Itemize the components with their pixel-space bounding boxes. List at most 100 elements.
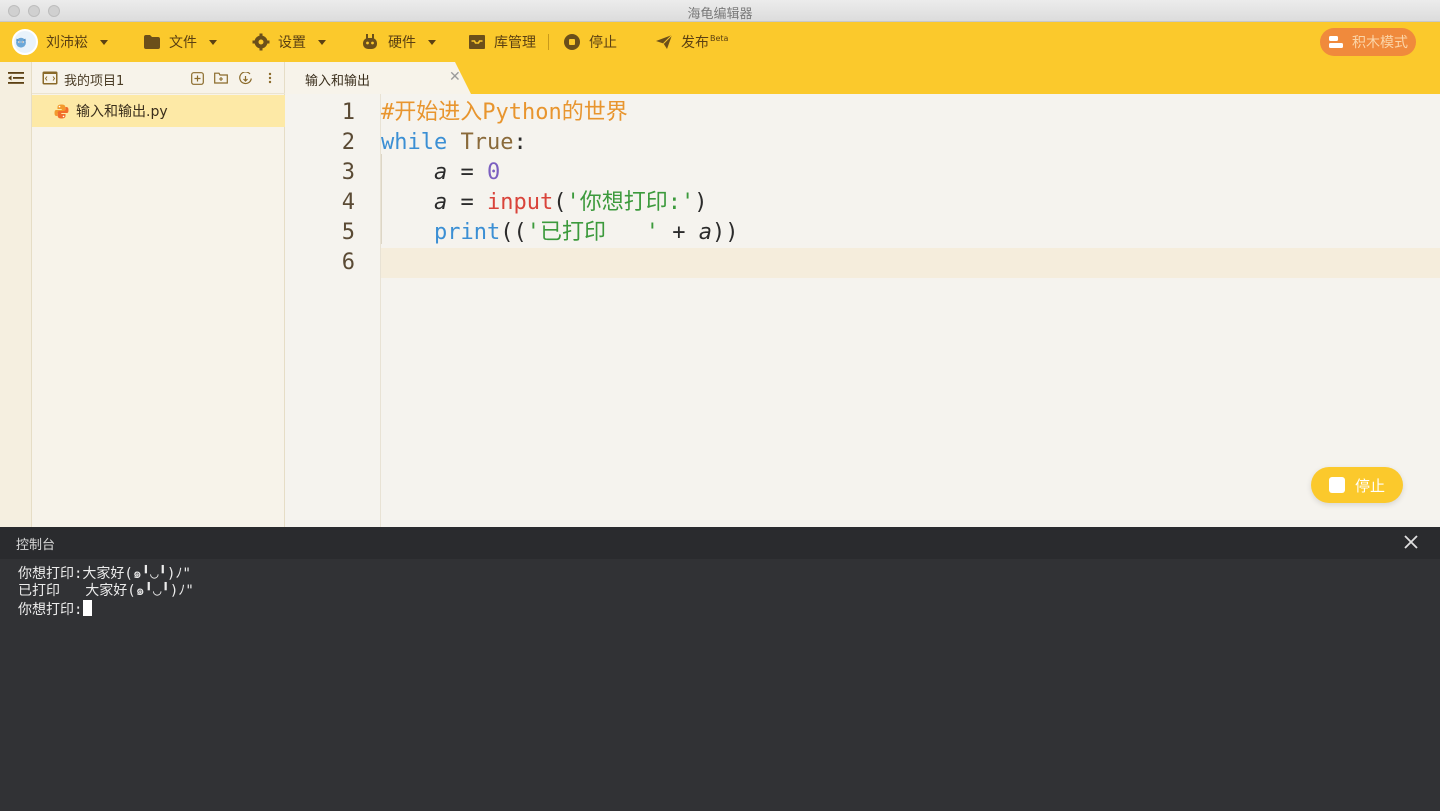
code-line: a = 0: [381, 158, 500, 188]
blocks-icon: [1329, 36, 1343, 48]
new-file-button[interactable]: [190, 71, 204, 85]
stop-run-button[interactable]: 停止: [563, 22, 617, 62]
code-line: print(('已打印 ' + a)): [381, 218, 738, 248]
text-cursor: [83, 600, 93, 616]
code-operator: =: [447, 160, 487, 185]
menubar: 刘沛崧 文件 设置 硬件 库管理 停止 发布 Beta: [0, 22, 1440, 62]
file-name: 输入和输出.py: [76, 104, 168, 120]
side-strip: [0, 62, 32, 527]
code-string: '你想打印:': [566, 190, 695, 215]
close-icon[interactable]: ✕: [449, 70, 461, 84]
line-number: 4: [341, 190, 355, 215]
code-punct: (: [553, 190, 567, 215]
avatar: [12, 29, 38, 55]
user-name: 刘沛崧: [46, 35, 88, 51]
gear-icon: [252, 33, 270, 51]
user-menu[interactable]: 刘沛崧: [12, 22, 108, 62]
window-titlebar: 海龟编辑器: [0, 0, 1440, 22]
settings-menu[interactable]: 设置: [252, 22, 326, 62]
tab-label: 输入和输出: [305, 74, 371, 89]
hardware-menu-label: 硬件: [388, 35, 416, 51]
console-title: 控制台: [16, 538, 56, 553]
code-operator: +: [658, 220, 699, 245]
block-mode-button[interactable]: 积木模式: [1320, 28, 1416, 56]
robot-icon: [363, 34, 377, 49]
new-folder-icon: [214, 72, 228, 84]
code-variable: a: [698, 220, 712, 245]
code-constant: True: [460, 130, 514, 155]
chevron-down-icon: [209, 39, 217, 45]
window-title: 海龟编辑器: [687, 7, 753, 22]
stop-run-label: 停止: [589, 35, 617, 51]
code-comment: #开始进入Python的世界: [381, 100, 628, 125]
code-punct: ): [694, 190, 708, 215]
project-icon: [42, 71, 58, 85]
file-menu-label: 文件: [169, 35, 197, 51]
code-line: while True:: [381, 128, 527, 158]
line-number: 6: [341, 250, 355, 275]
library-manager-button[interactable]: 库管理: [468, 22, 536, 62]
paper-plane-icon: [656, 34, 673, 49]
code-punct: ((: [500, 220, 527, 245]
close-icon: [1404, 535, 1418, 549]
code-keyword: while: [381, 130, 448, 155]
hardware-menu[interactable]: 硬件: [360, 22, 436, 62]
console-input-line[interactable]: 你想打印:: [18, 600, 93, 619]
code-number: 0: [486, 160, 501, 185]
console-output-line: 已打印 大家好(๑╹◡╹)ﾉ": [18, 583, 194, 599]
more-options-button[interactable]: [263, 71, 277, 85]
chevron-down-icon: [428, 39, 436, 45]
library-manager-label: 库管理: [494, 35, 536, 51]
turtle-avatar-icon: [16, 37, 26, 48]
stop-circle-icon: [564, 34, 580, 50]
inbox-icon: [469, 35, 485, 49]
active-line-highlight: [381, 248, 1440, 278]
console-panel[interactable]: 控制台 你想打印:大家好(๑╹◡╹)ﾉ" 已打印 大家好(๑╹◡╹)ﾉ" 你想打…: [0, 527, 1440, 811]
project-name[interactable]: 我的项目1: [64, 70, 124, 89]
file-tree-item[interactable]: 输入和输出.py: [32, 95, 285, 127]
code-variable: a: [433, 190, 448, 215]
project-header: 我的项目1: [32, 62, 285, 94]
line-number: 2: [341, 130, 355, 155]
folder-icon: [144, 35, 160, 49]
code-operator: =: [447, 190, 487, 215]
code-variable: a: [433, 160, 448, 185]
code-function: print: [433, 220, 501, 245]
close-console-button[interactable]: [1403, 534, 1419, 554]
file-menu[interactable]: 文件: [143, 22, 217, 62]
code-line: a = input('你想打印:'): [381, 188, 707, 218]
code-punct: :: [513, 130, 527, 155]
python-file-icon: [54, 104, 69, 118]
stop-square-icon: [1328, 477, 1345, 493]
code-builtin: input: [486, 190, 554, 215]
menu-divider: [548, 34, 549, 50]
console-prompt: 你想打印:: [18, 602, 83, 618]
chevron-down-icon: [318, 39, 326, 45]
code-string: '已打印 ': [526, 220, 659, 245]
new-folder-button[interactable]: [214, 71, 228, 85]
console-header: 控制台: [0, 527, 1440, 559]
block-mode-label: 积木模式: [1352, 35, 1408, 51]
code-line: #开始进入Python的世界: [381, 98, 628, 128]
import-icon: [238, 71, 252, 84]
floating-stop-label: 停止: [1354, 476, 1385, 495]
floating-stop-button[interactable]: 停止: [1311, 467, 1403, 503]
editor-tabbar: 输入和输出 ✕: [285, 62, 1440, 94]
code-editor[interactable]: 1 2 3 4 5 6 #开始进入Python的世界 while True: a…: [285, 94, 1440, 527]
chevron-down-icon: [100, 39, 108, 45]
settings-menu-label: 设置: [278, 35, 306, 51]
new-file-icon: [190, 71, 204, 85]
publish-button[interactable]: 发布 Beta: [655, 22, 728, 62]
publish-label: 发布: [681, 35, 709, 51]
collapse-sidebar-icon[interactable]: [8, 71, 24, 85]
code-punct: )): [711, 220, 739, 245]
line-number: 1: [341, 100, 355, 125]
beta-badge: Beta: [710, 33, 729, 43]
more-vertical-icon: [268, 72, 272, 84]
tab-input-output[interactable]: 输入和输出 ✕: [285, 62, 473, 94]
import-button[interactable]: [238, 71, 252, 85]
line-number: 5: [341, 220, 355, 245]
line-number: 3: [341, 160, 355, 185]
project-panel: 我的项目1 输入和输出.py: [32, 62, 285, 527]
console-output-line: 你想打印:大家好(๑╹◡╹)ﾉ": [18, 566, 191, 582]
